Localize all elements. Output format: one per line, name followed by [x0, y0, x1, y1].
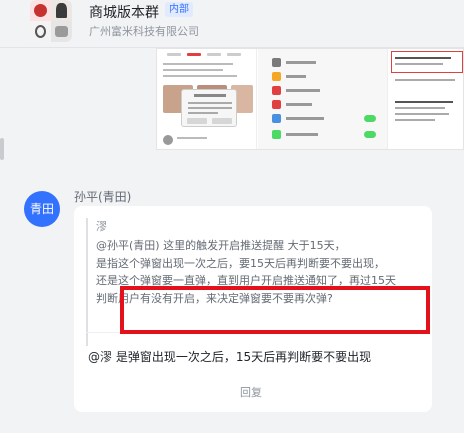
chat-area: 青田 孙平(青田) 漻 @孙平(青田) 这里的触发开启推送提醒 大于15天， 是… — [0, 48, 464, 433]
reply-text: 是弹窗出现一次之后，15天后再判断要不要出现 — [115, 350, 372, 364]
embedded-screenshot-image[interactable] — [156, 48, 464, 150]
scrollbar-handle[interactable] — [0, 138, 4, 160]
sender-avatar[interactable]: 青田 — [24, 191, 60, 227]
reply-button[interactable]: 回复 — [240, 384, 262, 400]
quote-author: 漻 — [96, 220, 107, 233]
group-avatar[interactable] — [30, 0, 72, 42]
group-name[interactable]: 商城版本群 — [89, 2, 159, 22]
reply-message: @漻 是弹窗出现一次之后，15天后再判断要不要出现 — [88, 348, 371, 365]
chat-header: 商城版本群 内部 广州富米科技有限公司 — [0, 0, 464, 48]
reply-mention[interactable]: @漻 — [88, 350, 112, 364]
phone-screen-1 — [157, 49, 257, 149]
highlight-box — [120, 286, 430, 334]
company-name: 广州富米科技有限公司 — [89, 25, 199, 38]
internal-badge: 内部 — [165, 2, 193, 17]
sender-name[interactable]: 孙平(青田) — [74, 188, 131, 205]
phone-screen-2 — [258, 49, 388, 149]
phone-screen-3 — [389, 49, 463, 149]
